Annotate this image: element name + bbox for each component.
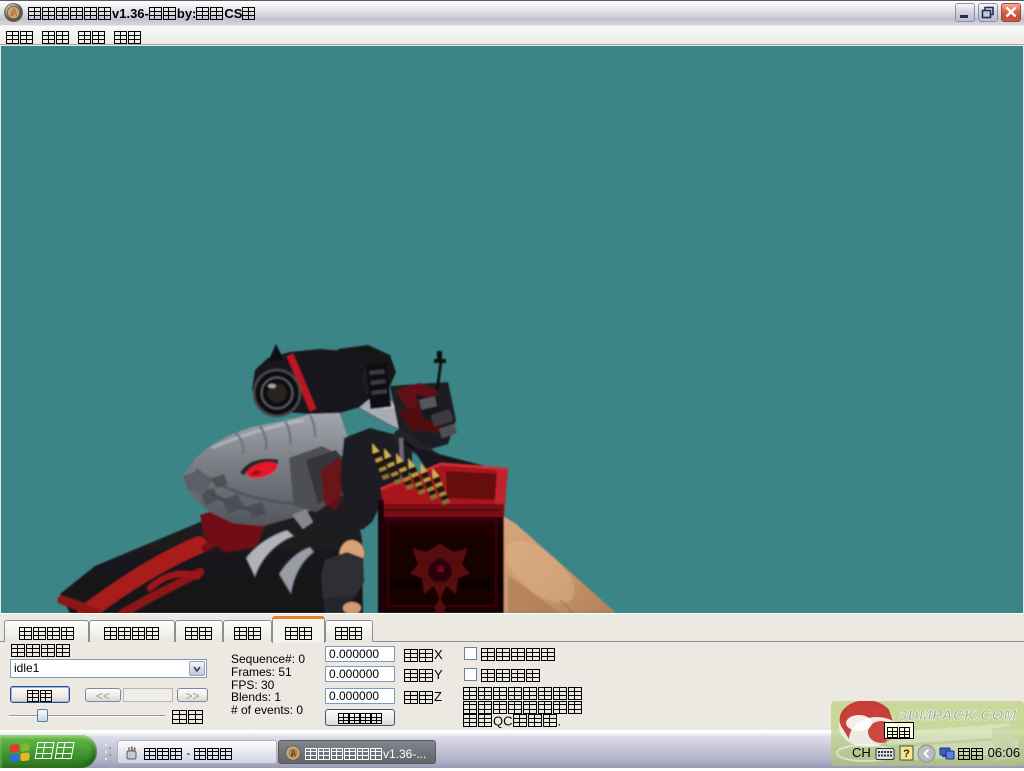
- svg-text:3DMPACK.COM: 3DMPACK.COM: [899, 707, 1017, 724]
- svg-text:?: ?: [903, 748, 910, 760]
